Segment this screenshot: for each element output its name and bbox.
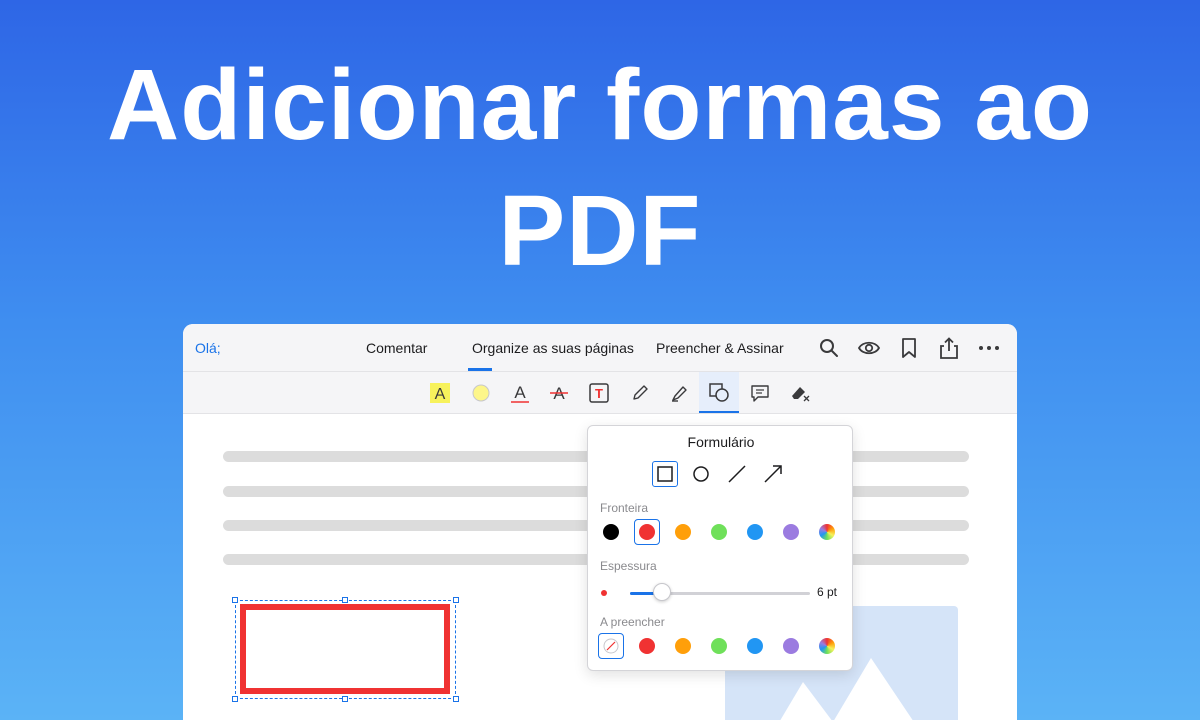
border-color-green[interactable] xyxy=(711,524,727,540)
marker-icon[interactable] xyxy=(660,372,700,413)
border-color-black[interactable] xyxy=(603,524,619,540)
rectangle-icon[interactable] xyxy=(652,461,678,487)
border-color-orange[interactable] xyxy=(675,524,691,540)
share-icon[interactable] xyxy=(937,336,961,360)
hero-title: Adicionar formas ao PDF xyxy=(0,42,1200,294)
fill-color-green[interactable] xyxy=(711,638,727,654)
hero-title-line2: PDF xyxy=(498,175,702,287)
line-icon[interactable] xyxy=(724,461,750,487)
fill-color-purple[interactable] xyxy=(783,638,799,654)
border-color-picker-icon[interactable] xyxy=(819,524,835,540)
fill-color-blue[interactable] xyxy=(747,638,763,654)
border-color-red[interactable] xyxy=(639,524,655,540)
thickness-slider-thumb[interactable] xyxy=(653,583,672,601)
resize-handle[interactable] xyxy=(232,696,238,702)
more-icon[interactable] xyxy=(977,336,1001,360)
svg-text:A: A xyxy=(435,386,446,403)
thickness-preview-dot xyxy=(601,590,607,596)
fill-color-red[interactable] xyxy=(639,638,655,654)
strikethrough-icon[interactable]: A xyxy=(539,372,579,413)
svg-text:A: A xyxy=(514,383,526,402)
back-link[interactable]: Olá; xyxy=(195,340,221,356)
underline-icon[interactable]: A xyxy=(500,372,540,413)
eraser-icon[interactable] xyxy=(780,372,820,413)
rectangle-shape[interactable] xyxy=(240,604,450,694)
highlight-text-icon[interactable]: A xyxy=(420,372,460,413)
fill-color-picker-icon[interactable] xyxy=(819,638,835,654)
border-color-blue[interactable] xyxy=(747,524,763,540)
no-fill-icon[interactable] xyxy=(603,638,619,654)
tab-organize[interactable]: Organize as suas páginas xyxy=(472,340,634,356)
pencil-icon[interactable] xyxy=(620,372,660,413)
resize-handle[interactable] xyxy=(342,696,348,702)
resize-handle[interactable] xyxy=(453,597,459,603)
search-icon[interactable] xyxy=(817,336,841,360)
tab-comentar[interactable]: Comentar xyxy=(366,340,427,356)
arrow-icon[interactable] xyxy=(760,461,786,487)
comment-icon[interactable] xyxy=(740,372,780,413)
resize-handle[interactable] xyxy=(342,597,348,603)
highlighter-color-icon[interactable] xyxy=(461,372,501,413)
circle-icon[interactable] xyxy=(688,461,714,487)
shapes-icon[interactable] xyxy=(699,372,739,413)
annotation-toolbar: A A A T xyxy=(183,372,1017,414)
bookmark-icon[interactable] xyxy=(897,336,921,360)
thickness-label: Espessura xyxy=(600,559,657,573)
border-color-purple[interactable] xyxy=(783,524,799,540)
eye-icon[interactable] xyxy=(857,336,881,360)
svg-text:T: T xyxy=(595,386,603,401)
resize-handle[interactable] xyxy=(232,597,238,603)
tab-preencher[interactable]: Preencher & Assinar xyxy=(656,340,784,356)
top-bar: Olá; Comentar Organize as suas páginas P… xyxy=(183,324,1017,372)
fill-label: A preencher xyxy=(600,615,665,629)
fill-color-orange[interactable] xyxy=(675,638,691,654)
resize-handle[interactable] xyxy=(453,696,459,702)
thickness-value: 6 pt xyxy=(817,585,838,599)
shape-popover: Formulário Fronteira Espessura 6 pt A pr… xyxy=(587,425,853,671)
border-label: Fronteira xyxy=(600,501,649,515)
text-box-icon[interactable]: T xyxy=(579,372,619,413)
hero-title-line1: Adicionar formas ao xyxy=(107,49,1093,161)
popover-title: Formulário xyxy=(687,434,755,450)
active-tab-indicator xyxy=(468,368,492,371)
